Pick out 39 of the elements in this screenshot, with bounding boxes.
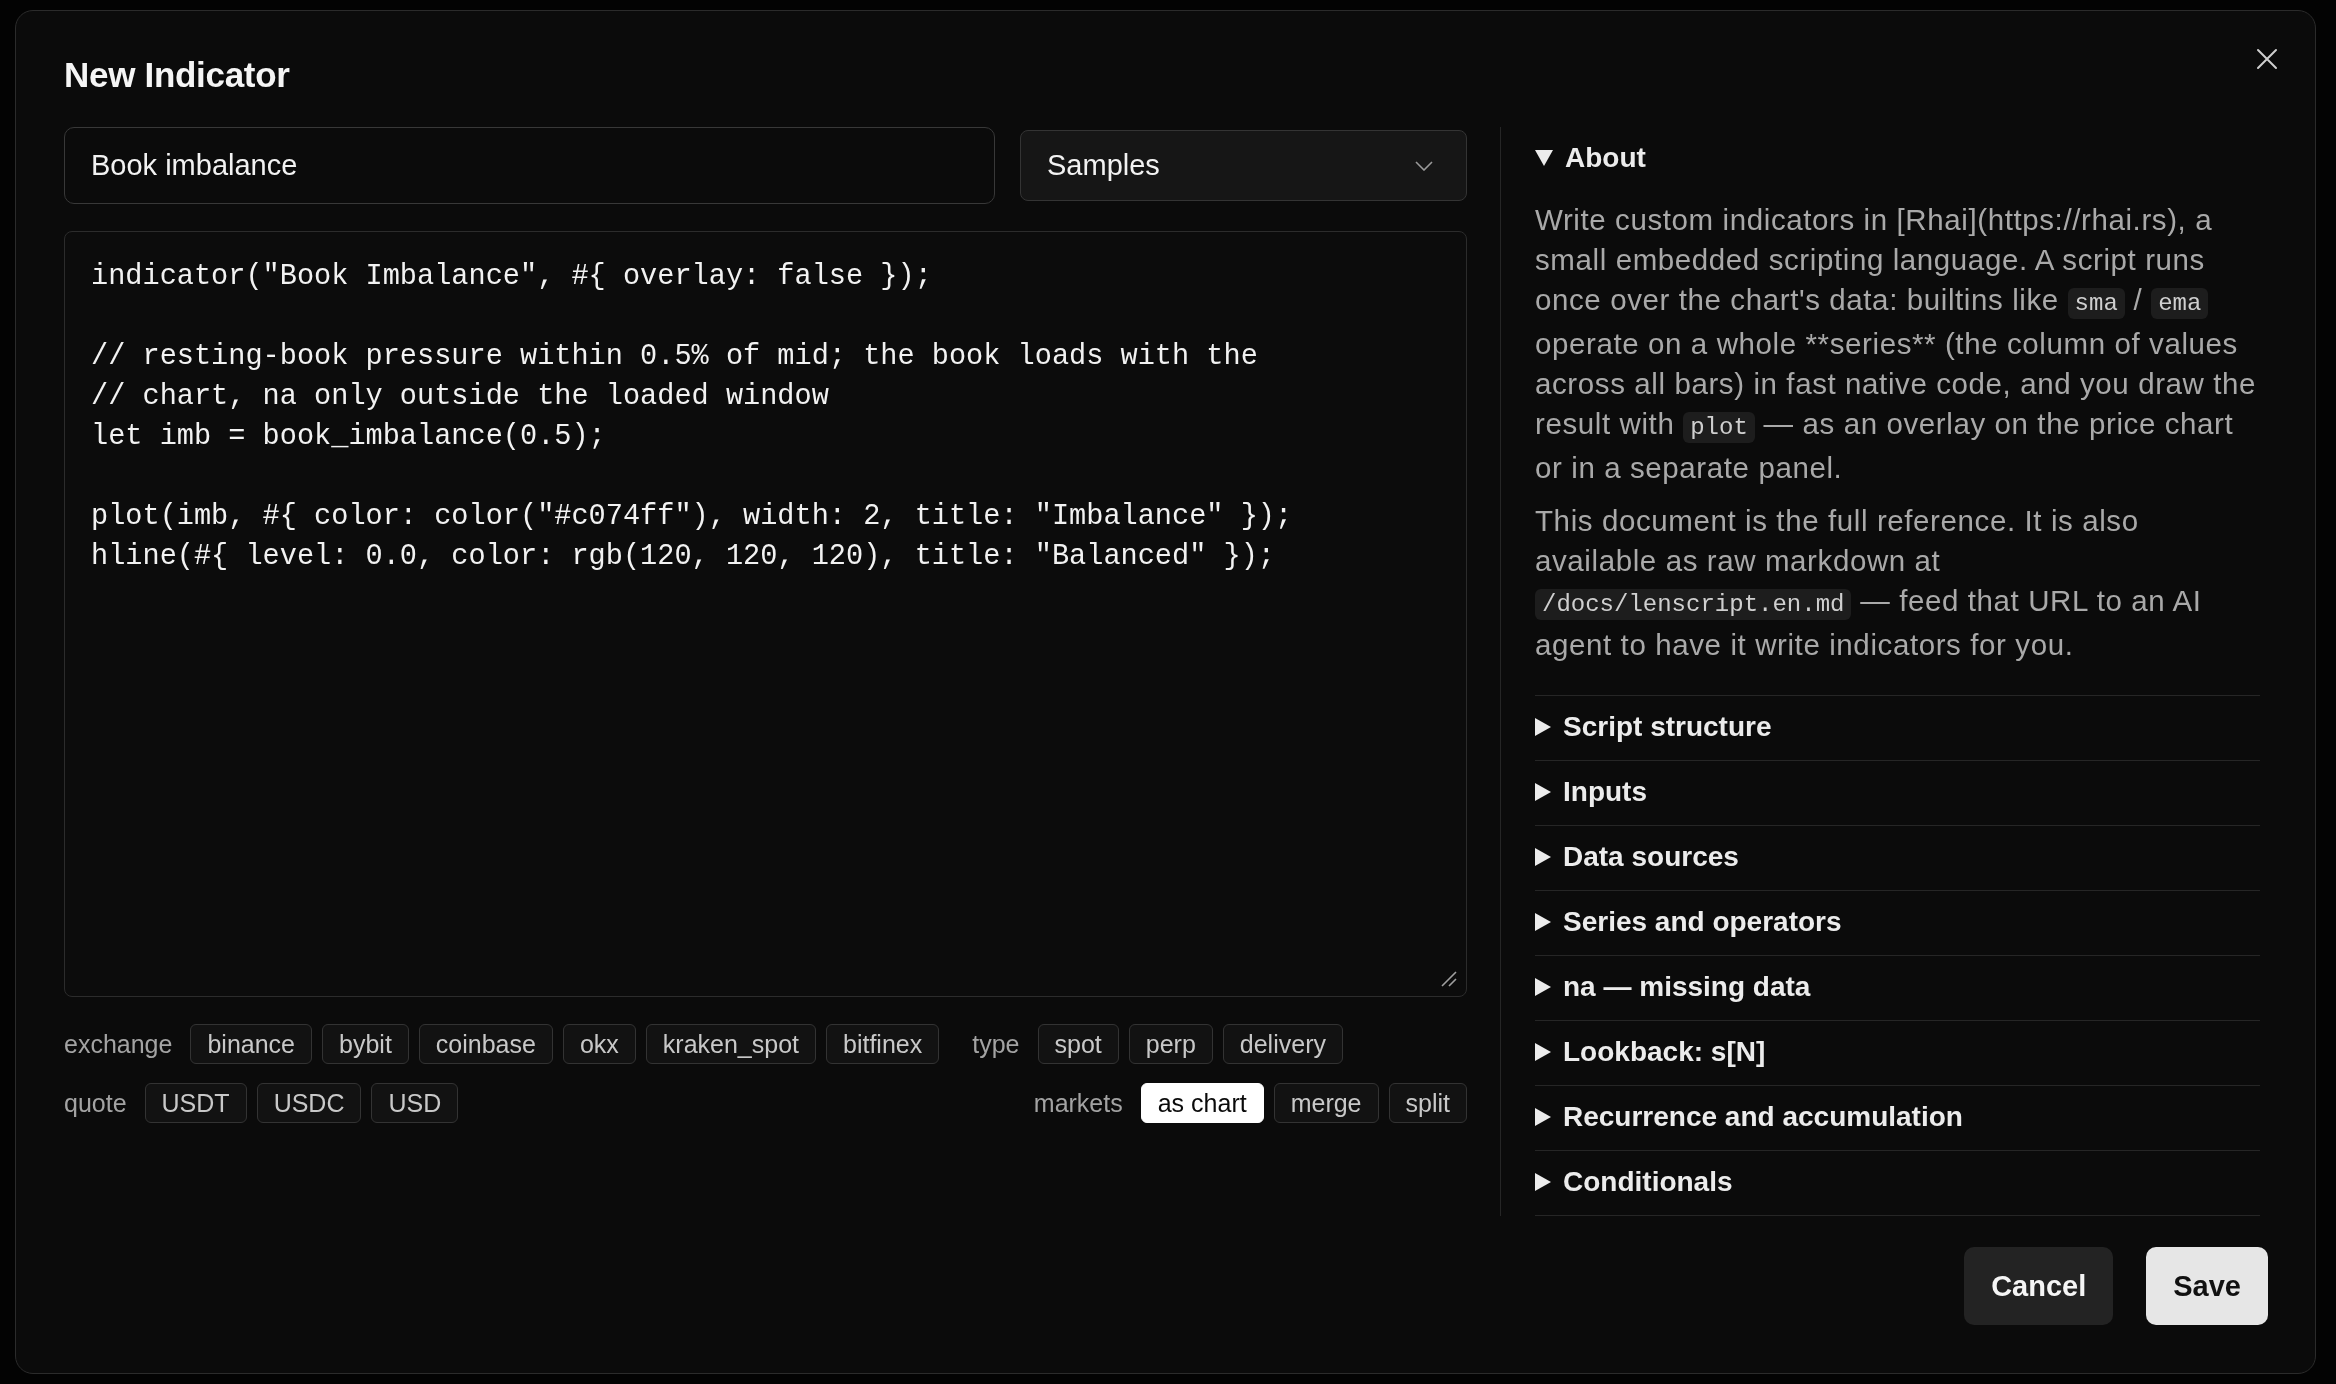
section-header[interactable]: Conditionals — [1535, 1151, 2260, 1215]
filter-label: exchange — [64, 1029, 173, 1059]
section-header[interactable]: na — missing data — [1535, 956, 2260, 1020]
filter-chip[interactable]: okx — [562, 1024, 636, 1064]
filter-chip[interactable]: kraken_spot — [645, 1024, 816, 1064]
filter-chip[interactable]: bybit — [322, 1024, 409, 1064]
section-header[interactable]: About — [1535, 127, 2260, 191]
section-header[interactable]: Inputs — [1535, 761, 2260, 825]
cancel-button[interactable]: Cancel — [1964, 1247, 2114, 1325]
section-header[interactable]: Data sources — [1535, 826, 2260, 890]
section-header[interactable]: Recurrence and accumulation — [1535, 1086, 2260, 1150]
dialog-title: New Indicator — [64, 55, 290, 95]
filter-chip[interactable]: split — [1388, 1083, 1467, 1123]
resize-grip-icon — [1441, 971, 1457, 987]
filter-chip[interactable]: as chart — [1140, 1083, 1264, 1123]
about-paragraph: Write custom indicators in [Rhai](https://rhai.rs), a small embedded scripting language. A script runs once over the chart's data: builtins like sma / ema operate on a whole **series** (the column of values across all bars) in fast native code, and you draw the result with plot — as an overlay on the price chart or in a separate panel. — [1535, 202, 2258, 486]
filter-chip[interactable]: perp — [1128, 1024, 1213, 1064]
filter-label: type — [972, 1029, 1020, 1059]
samples-dropdown[interactable]: Samples — [1020, 130, 1467, 201]
section-header[interactable]: Script structure — [1535, 696, 2260, 760]
filter-chip[interactable]: spot — [1037, 1024, 1119, 1064]
close-icon — [2256, 48, 2278, 70]
filter-label: markets — [1033, 1088, 1123, 1118]
save-button[interactable]: Save — [2146, 1247, 2268, 1325]
section-header[interactable]: Lookback: s[N] — [1535, 1021, 2260, 1085]
filter-chip[interactable]: bitfinex — [826, 1024, 940, 1064]
about-paragraph: This document is the full reference. It is also available as raw markdown at /docs/lenscript.en.md — feed that URL to an AI agent to have it write indicators for you. — [1535, 503, 2203, 663]
code-editor[interactable]: indicator("Book Imbalance", #{ overlay: false }); // resting-book pressure within 0.5% of mid; the book loads with the // chart, na only outside the loaded window let imb = book_imbalance(0.5); plot(imb, #{ color: color("#c074ff"), width: 2, title: "Imbalance" }); hline(#{ level: 0.0, color: rgb(120, 120, 120), title: "Balanced" }); — [64, 231, 1467, 997]
filter-chip[interactable]: USD — [371, 1083, 459, 1123]
filter-chip[interactable]: USDC — [256, 1083, 362, 1123]
filter-chip[interactable]: delivery — [1222, 1024, 1343, 1064]
chevron-down-icon — [1415, 160, 1433, 171]
filter-label: quote — [64, 1088, 127, 1118]
section-header[interactable]: Series and operators — [1535, 891, 2260, 955]
filter-chip[interactable]: binance — [190, 1024, 312, 1064]
filter-chip[interactable]: coinbase — [418, 1024, 553, 1064]
name-field[interactable]: Book imbalance — [64, 127, 995, 204]
filter-chip[interactable]: merge — [1273, 1083, 1379, 1123]
filter-chip[interactable]: USDT — [144, 1083, 247, 1123]
